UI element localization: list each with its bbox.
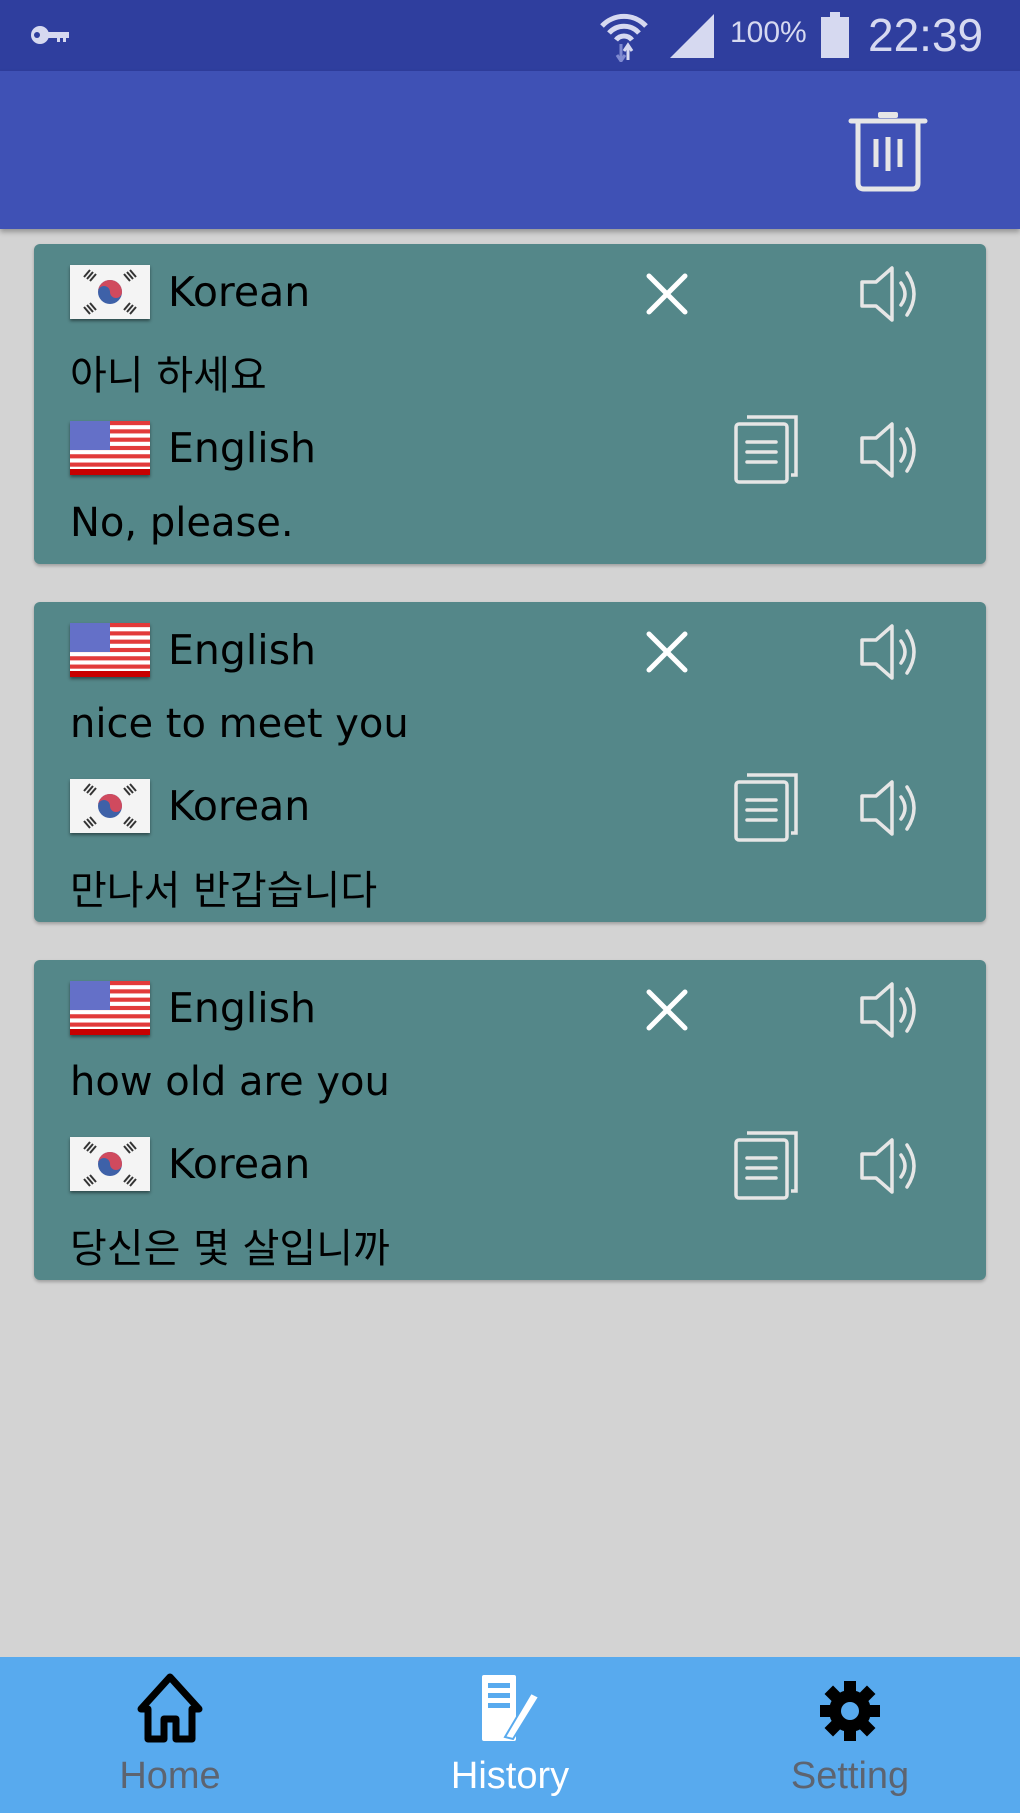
speaker-icon[interactable] xyxy=(856,262,926,326)
source-language: English xyxy=(168,984,317,1032)
nav-label-home: Home xyxy=(119,1755,221,1797)
wifi-icon xyxy=(598,10,650,66)
close-icon[interactable] xyxy=(632,622,702,682)
korea-flag xyxy=(70,779,150,833)
usa-flag xyxy=(70,981,150,1035)
history-card: English nice to meet you Korean 만나서 반갑습니… xyxy=(34,602,986,922)
close-icon[interactable] xyxy=(632,264,702,324)
app-bar xyxy=(0,71,1020,229)
battery-percent: 100% xyxy=(730,16,807,49)
status-time: 22:39 xyxy=(868,9,984,61)
copy-icon[interactable] xyxy=(730,412,802,486)
korea-flag xyxy=(70,265,150,319)
target-language: English xyxy=(168,424,317,472)
source-text: nice to meet you xyxy=(70,701,409,747)
nav-setting[interactable]: Setting xyxy=(680,1657,1020,1813)
speaker-icon[interactable] xyxy=(856,620,926,684)
history-icon xyxy=(475,1673,545,1747)
signal-icon xyxy=(668,14,716,64)
home-icon xyxy=(135,1673,205,1747)
speaker-icon[interactable] xyxy=(856,418,926,482)
target-text: 당신은 몇 살입니까 xyxy=(70,1226,390,1272)
vpn-key-icon xyxy=(30,24,70,50)
target-lang-row: Korean xyxy=(70,1134,310,1194)
source-language: Korean xyxy=(168,268,311,316)
target-lang-row: Korean xyxy=(70,776,310,836)
speaker-icon[interactable] xyxy=(856,776,926,840)
history-list: Korean 아니 하세요 English No, please. Englis… xyxy=(34,244,986,1318)
nav-home[interactable]: Home xyxy=(0,1657,340,1813)
close-icon[interactable] xyxy=(632,980,702,1040)
history-card: Korean 아니 하세요 English No, please. xyxy=(34,244,986,564)
source-language: English xyxy=(168,626,317,674)
speaker-icon[interactable] xyxy=(856,1134,926,1198)
target-text: 만나서 반갑습니다 xyxy=(70,868,378,914)
target-text: No, please. xyxy=(70,500,294,546)
history-card: English how old are you Korean 당신은 몇 살입니… xyxy=(34,960,986,1280)
nav-label-setting: Setting xyxy=(790,1755,910,1797)
usa-flag xyxy=(70,421,150,475)
nav-history[interactable]: History xyxy=(340,1657,680,1813)
source-text: 아니 하세요 xyxy=(70,353,267,399)
nav-label-history: History xyxy=(450,1755,570,1797)
bottom-nav: Home History Setting xyxy=(0,1657,1020,1813)
target-lang-row: English xyxy=(70,418,316,478)
target-language: Korean xyxy=(168,1140,311,1188)
gear-icon xyxy=(815,1673,885,1747)
korea-flag xyxy=(70,1137,150,1191)
copy-icon[interactable] xyxy=(730,1128,802,1202)
usa-flag xyxy=(70,623,150,677)
source-text: how old are you xyxy=(70,1059,390,1105)
trash-icon[interactable] xyxy=(848,109,928,197)
source-lang-row: English xyxy=(70,620,316,680)
source-lang-row: Korean xyxy=(70,262,310,322)
target-language: Korean xyxy=(168,782,311,830)
status-bar: 100% 22:39 xyxy=(0,0,1020,71)
speaker-icon[interactable] xyxy=(856,978,926,1042)
copy-icon[interactable] xyxy=(730,770,802,844)
source-lang-row: English xyxy=(70,978,316,1038)
battery-icon xyxy=(820,12,850,62)
